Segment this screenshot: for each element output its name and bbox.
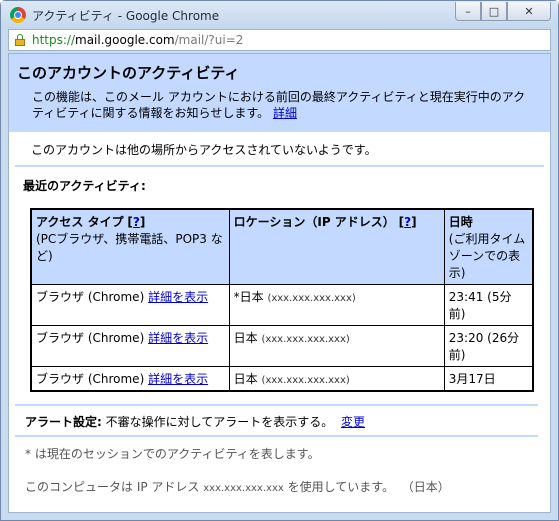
help-link-access-type[interactable]: ? xyxy=(133,215,140,229)
ip-address: (xxx.xxx.xxx.xxx) xyxy=(261,375,350,386)
table-row: ブラウザ (Chrome) 詳細を表示 *日本 (xxx.xxx.xxx.xxx… xyxy=(30,284,534,326)
computer-ip: xxx.xxx.xxx.xxx xyxy=(203,483,284,494)
recent-activity-title: 最近のアクティビティ: xyxy=(23,179,146,193)
divider xyxy=(15,435,538,437)
computer-ip-suffix: を使用しています。 xyxy=(287,480,395,494)
access-type: ブラウザ (Chrome) xyxy=(36,290,145,304)
time-cell: 23:20 (26分前) xyxy=(443,325,534,367)
url-bar[interactable]: https://mail.google.com/mail/?ui=2 xyxy=(8,29,551,51)
location: 日本 xyxy=(233,331,258,345)
url-scheme: https:// xyxy=(32,33,76,47)
chrome-logo-icon xyxy=(10,7,26,23)
alert-text: 不審な操作に対してアラートを表示する。 xyxy=(105,415,334,429)
time-cell: 23:41 (5分前) xyxy=(443,284,534,326)
location: *日本 xyxy=(233,290,264,304)
status-text: このアカウントは他の場所からアクセスされていないようです。 xyxy=(31,143,377,157)
ip-address: (xxx.xxx.xxx.xxx) xyxy=(261,334,350,345)
activity-table: アクセス タイプ [?] (PCブラウザ、携帯電話、POP3 など) ロケーショ… xyxy=(30,208,534,392)
window-controls: – □ ✕ xyxy=(455,2,551,21)
change-alert-link[interactable]: 変更 xyxy=(341,415,365,429)
computer-ip-prefix: このコンピュータは IP アドレス xyxy=(25,480,200,494)
activity-header: このアカウントのアクティビティ この機能は、このメール アカウントにおける前回の… xyxy=(9,54,550,132)
alert-label: アラート設定: xyxy=(25,415,102,429)
header-datetime: 日時 (ご利用タイム ゾーンでの表示) xyxy=(443,208,534,285)
access-type: ブラウザ (Chrome) xyxy=(36,372,145,386)
access-type-cell: ブラウザ (Chrome) 詳細を表示 xyxy=(30,325,230,367)
table-row: ブラウザ (Chrome) 詳細を表示 日本 (xxx.xxx.xxx.xxx)… xyxy=(30,366,534,392)
header-location: ロケーション（IP アドレス） [?] xyxy=(228,208,445,285)
header-subtitle: (PCブラウザ、携帯電話、POP3 など) xyxy=(36,232,223,263)
header-title: ロケーション（IP アドレス） xyxy=(233,215,395,229)
title-bar[interactable]: アクティビティ - Google Chrome – □ ✕ xyxy=(1,1,558,29)
ip-address: (xxx.xxx.xxx.xxx) xyxy=(267,293,356,304)
computer-country: （日本） xyxy=(401,480,450,494)
access-type-cell: ブラウザ (Chrome) 詳細を表示 xyxy=(30,366,230,392)
url-text[interactable]: https://mail.google.com/mail/?ui=2 xyxy=(32,33,243,47)
header-title: 日時 xyxy=(448,215,473,229)
location-cell: 日本 (xxx.xxx.xxx.xxx) xyxy=(228,366,445,392)
header-subtitle: (ご利用タイム ゾーンでの表示) xyxy=(448,232,526,280)
access-type-cell: ブラウザ (Chrome) 詳細を表示 xyxy=(30,284,230,326)
divider xyxy=(15,165,544,167)
page-content: このアカウントのアクティビティ この機能は、このメール アカウントにおける前回の… xyxy=(8,53,551,513)
header-title: アクセス タイプ xyxy=(36,215,124,229)
header-access-type: アクセス タイプ [?] (PCブラウザ、携帯電話、POP3 など) xyxy=(30,208,230,285)
show-details-link[interactable]: 詳細を表示 xyxy=(148,372,208,386)
session-note: * は現在のセッションでのアクティビティを表します。 xyxy=(25,447,320,461)
details-link[interactable]: 詳細 xyxy=(273,106,297,120)
header-description: この機能は、このメール アカウントにおける前回の最終アクティビティと現在実行中の… xyxy=(32,89,537,121)
show-details-link[interactable]: 詳細を表示 xyxy=(148,290,208,304)
computer-ip-note: このコンピュータは IP アドレス xxx.xxx.xxx.xxx を使用してい… xyxy=(25,478,450,495)
location: 日本 xyxy=(233,372,258,386)
browser-window: アクティビティ - Google Chrome – □ ✕ https://ma… xyxy=(0,0,559,521)
alert-section: アラート設定: 不審な操作に対してアラートを表示する。 変更 xyxy=(9,404,538,437)
alert-setting: アラート設定: 不審な操作に対してアラートを表示する。 変更 xyxy=(9,406,538,435)
table-header-row: アクセス タイプ [?] (PCブラウザ、携帯電話、POP3 など) ロケーショ… xyxy=(30,208,534,285)
table-row: ブラウザ (Chrome) 詳細を表示 日本 (xxx.xxx.xxx.xxx)… xyxy=(30,325,534,367)
url-path: /mail/?ui=2 xyxy=(174,33,244,47)
show-details-link[interactable]: 詳細を表示 xyxy=(148,331,208,345)
url-host: mail.google.com xyxy=(75,33,175,47)
close-button[interactable]: ✕ xyxy=(507,2,551,21)
help-link-location[interactable]: ? xyxy=(404,215,411,229)
maximize-button[interactable]: □ xyxy=(481,2,507,21)
page-title: このアカウントのアクティビティ xyxy=(17,64,240,82)
location-cell: 日本 (xxx.xxx.xxx.xxx) xyxy=(228,325,445,367)
lock-icon xyxy=(15,34,25,46)
access-type: ブラウザ (Chrome) xyxy=(36,331,145,345)
location-cell: *日本 (xxx.xxx.xxx.xxx) xyxy=(228,284,445,326)
time-cell: 3月17日 xyxy=(443,366,534,392)
window-title: アクティビティ - Google Chrome xyxy=(32,9,220,23)
minimize-button[interactable]: – xyxy=(455,2,481,21)
activity-body: このアカウントは他の場所からアクセスされていないようです。 xyxy=(15,132,544,167)
